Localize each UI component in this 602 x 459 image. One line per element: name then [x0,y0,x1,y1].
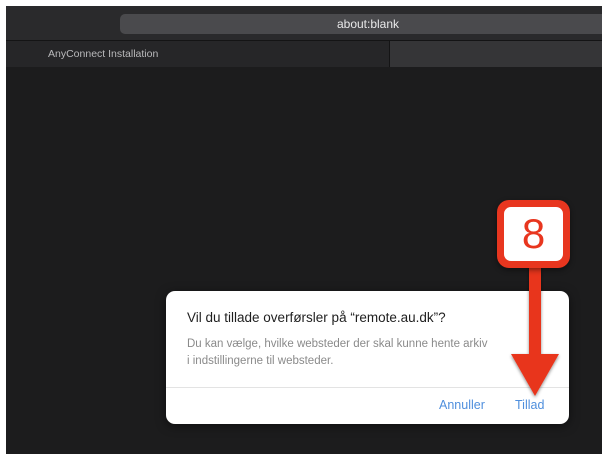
tab-anyconnect-installation[interactable]: AnyConnect Installation [6,41,389,67]
callout-arrow-icon [511,260,559,396]
address-text: about:blank [336,17,400,31]
step-number: 8 [504,207,563,261]
address-bar[interactable]: about:blank [120,14,602,34]
cancel-button[interactable]: Annuller [439,398,485,412]
browser-toolbar: about:blank [6,6,602,40]
step-badge: 8 [497,200,570,268]
tab-bar: AnyConnect Installation [6,40,602,68]
tab-label: AnyConnect Installation [48,48,159,60]
tab-empty[interactable] [390,41,602,67]
allow-button[interactable]: Tillad [515,398,544,412]
